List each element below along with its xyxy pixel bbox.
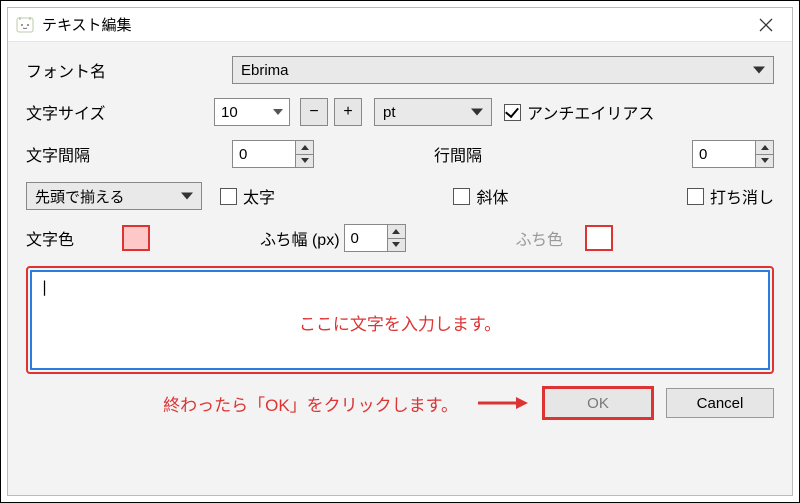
bold-group: 太字 [220,184,275,208]
antialias-checkbox[interactable] [504,104,521,121]
font-size-label: 文字サイズ [26,100,114,124]
italic-group: 斜体 [453,184,508,208]
ok-hint-text: 終わったら「OK」をクリックします。 [163,391,458,416]
dialog-window: テキスト編集 フォント名 Ebrima 文字サイズ 10 [7,7,793,496]
antialias-group: アンチエイリアス [504,100,654,124]
spinner-down-icon[interactable] [295,155,313,168]
char-spacing-label: 文字間隔 [26,142,114,166]
close-button[interactable] [744,10,788,40]
spinner-down-icon[interactable] [755,155,773,168]
strike-label: 打ち消し [710,184,774,208]
spinner-up-icon[interactable] [295,141,313,155]
plus-icon: + [343,103,352,121]
dropdown-icon [471,109,483,116]
font-select-value: Ebrima [241,62,289,79]
ok-button-label: OK [587,395,609,412]
line-spacing-spinner[interactable]: 0 [692,140,774,168]
bold-checkbox[interactable] [220,188,237,205]
font-row: フォント名 Ebrima [26,56,774,84]
text-input-hint: ここに文字を入力します。 [40,310,760,335]
outline-width-label: ふち幅 (px) [260,226,340,250]
app-icon [16,16,34,34]
outline-color-label: ふち色 [516,226,564,250]
close-icon [759,18,773,32]
unit-value: pt [383,104,396,121]
ok-button[interactable]: OK [544,388,652,418]
size-minus-button[interactable]: − [300,98,328,126]
spacing-row: 文字間隔 0 行間隔 0 [26,140,774,168]
titlebar: テキスト編集 [8,8,792,42]
spinner-up-icon[interactable] [387,225,405,239]
cancel-button[interactable]: Cancel [666,388,774,418]
antialias-label: アンチエイリアス [527,100,654,124]
text-input[interactable]: | ここに文字を入力します。 [30,270,770,370]
char-spacing-value: 0 [239,146,247,163]
unit-select[interactable]: pt [374,98,492,126]
strike-group: 打ち消し [687,184,774,208]
char-spacing-spinner[interactable]: 0 [232,140,314,168]
strike-checkbox[interactable] [687,188,704,205]
line-spacing-label: 行間隔 [434,142,502,166]
spinner-up-icon[interactable] [755,141,773,155]
arrow-right-icon [478,395,528,411]
color-row: 文字色 ふち幅 (px) 0 ふち色 [26,224,774,252]
alignment-value: 先頭で揃える [35,186,125,207]
text-input-content: | [40,278,760,296]
chevron-down-icon [273,109,283,115]
italic-label: 斜体 [476,184,508,208]
font-name-label: フォント名 [26,58,114,82]
spinner-down-icon[interactable] [387,239,405,252]
outline-color-swatch[interactable] [585,225,613,251]
dropdown-icon [181,193,193,200]
size-row: 文字サイズ 10 − + pt アンチエイリアス [26,98,774,126]
font-select[interactable]: Ebrima [232,56,774,84]
text-color-label: 文字色 [26,226,102,250]
outline-width-value: 0 [351,230,359,247]
line-spacing-value: 0 [699,146,707,163]
alignment-select[interactable]: 先頭で揃える [26,182,202,210]
button-row: 終わったら「OK」をクリックします。 OK Cancel [26,388,774,418]
font-size-value: 10 [221,104,238,121]
bold-label: 太字 [243,184,275,208]
outline-width-spinner[interactable]: 0 [344,224,406,252]
size-plus-button[interactable]: + [334,98,362,126]
minus-icon: − [309,103,318,121]
text-color-swatch[interactable] [122,225,150,251]
font-size-combo[interactable]: 10 [214,98,290,126]
text-input-highlight: | ここに文字を入力します。 [26,266,774,374]
dropdown-icon [753,67,765,74]
style-row: 先頭で揃える 太字 斜体 打ち消し [26,182,774,210]
cancel-button-label: Cancel [697,395,744,412]
window-title: テキスト編集 [42,14,132,35]
dialog-content: フォント名 Ebrima 文字サイズ 10 − + pt [8,42,792,495]
italic-checkbox[interactable] [453,188,470,205]
